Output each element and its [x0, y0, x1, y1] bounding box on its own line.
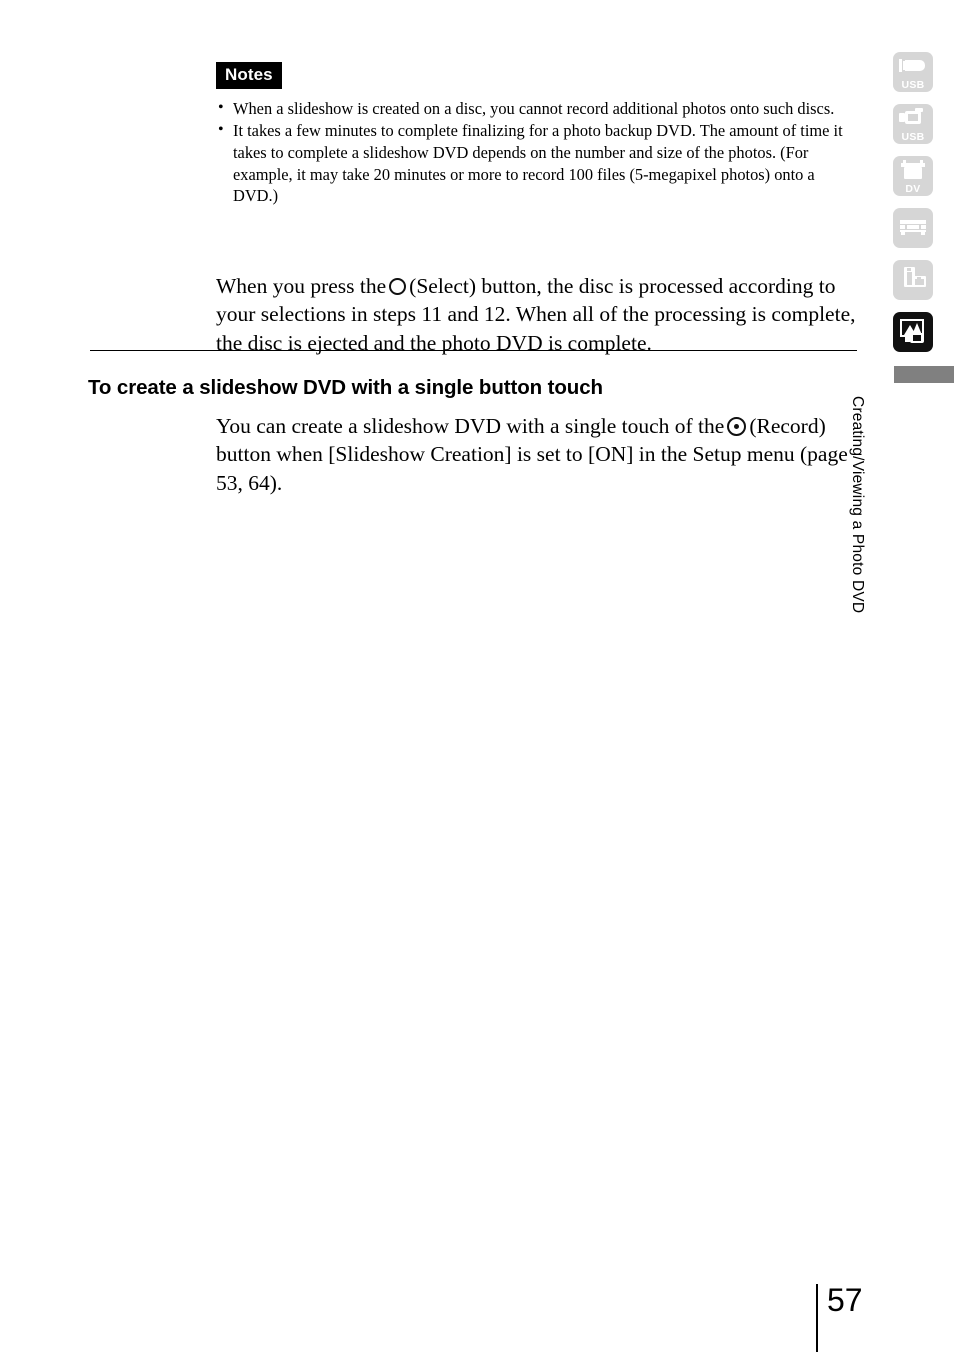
bullet-glyph: •	[218, 121, 224, 139]
dv-camera-tab-label: DV	[905, 183, 921, 195]
usb-camcorder-tab-label: USB	[901, 131, 925, 143]
notes-block: Notes • When a slideshow is created on a…	[216, 62, 856, 208]
dubbing-tab[interactable]	[893, 260, 933, 300]
list-item: • It takes a few minutes to complete fin…	[216, 120, 856, 207]
note-text: It takes a few minutes to complete final…	[233, 121, 843, 206]
list-item: • When a slideshow is created on a disc,…	[216, 98, 856, 120]
dv-camera-icon-body	[904, 167, 922, 179]
section-divider	[90, 350, 857, 351]
page-number: 57	[827, 1282, 863, 1318]
usb-camcorder-icon-detail	[908, 114, 918, 121]
video-deck-icon-top	[900, 220, 926, 224]
record-button-icon	[727, 416, 747, 436]
paragraph-text-before-icon: When you press the	[216, 273, 387, 298]
paragraph-text-before-icon: You can create a slideshow DVD with a si…	[216, 413, 725, 438]
section-heading: To create a slideshow DVD with a single …	[88, 376, 603, 399]
select-button-paragraph: When you press the (Select) button, the d…	[216, 272, 856, 358]
usb-flash-icon-body	[905, 60, 925, 71]
running-head: Creating/Viewing a Photo DVD	[849, 396, 866, 614]
usb-flash-tab-label: USB	[901, 79, 925, 91]
record-button-paragraph: You can create a slideshow DVD with a si…	[216, 412, 856, 498]
note-text: When a slideshow is created on a disc, y…	[233, 98, 835, 118]
photo-dvd-icon-camcorder-inner	[913, 335, 921, 341]
dubbing-icon-front-inner	[915, 279, 924, 285]
video-deck-icon-foot-left	[901, 232, 905, 235]
bullet-glyph: •	[218, 98, 224, 116]
usb-camcorder-tab[interactable]: USB	[893, 104, 933, 144]
usb-flash-tab[interactable]: USB	[893, 52, 933, 92]
video-deck-icon-slot	[907, 225, 919, 229]
photo-dvd-tab[interactable]	[893, 312, 933, 352]
usb-camcorder-icon-top	[915, 108, 923, 112]
notes-badge: Notes	[216, 62, 282, 89]
dubbing-icon-back-tab	[907, 268, 911, 271]
dv-camera-tab[interactable]: DV	[893, 156, 933, 196]
dubbing-icon-front-tab	[917, 277, 921, 279]
active-chapter-marker-bar	[894, 366, 954, 383]
folio-divider	[816, 1284, 818, 1352]
dubbing-icon-back-inner	[907, 272, 912, 285]
video-deck-icon-right	[921, 225, 926, 229]
video-deck-tab[interactable]	[893, 208, 933, 248]
select-button-icon	[389, 277, 407, 295]
usb-flash-icon	[899, 59, 902, 72]
notes-list: • When a slideshow is created on a disc,…	[216, 98, 856, 207]
video-deck-icon-foot-right	[921, 232, 925, 235]
video-deck-icon-left	[900, 225, 905, 229]
chapter-tab-rail: USB USB DV	[893, 52, 933, 364]
